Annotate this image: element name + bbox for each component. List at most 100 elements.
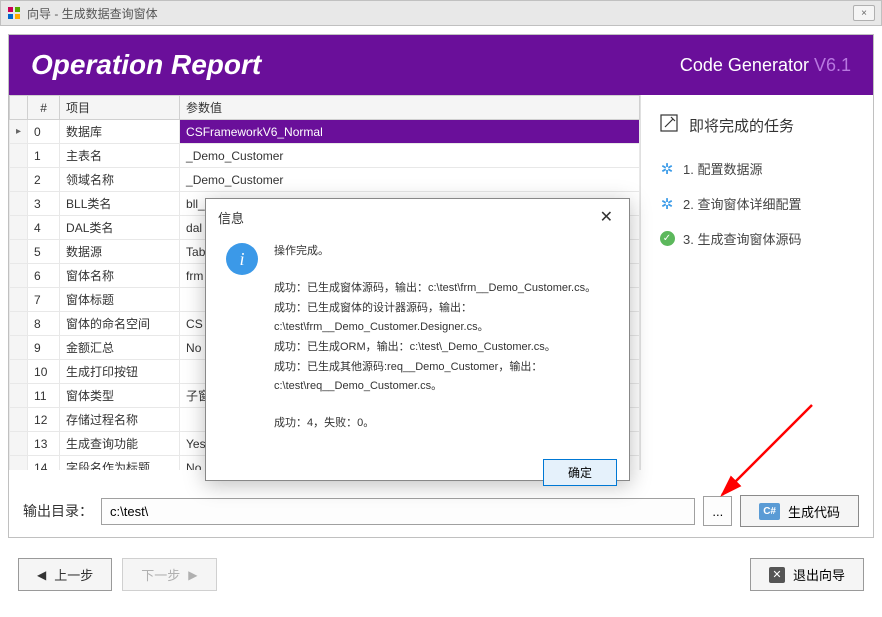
row-selector[interactable] [10, 264, 28, 288]
output-label: 输出目录： [23, 501, 93, 521]
brand-version: V6.1 [814, 55, 851, 75]
row-key: 主表名 [60, 144, 180, 168]
row-selector[interactable] [10, 360, 28, 384]
side-step: ✓ 3. 生成查询窗体源码 [659, 229, 855, 248]
row-key: BLL类名 [60, 192, 180, 216]
row-selector[interactable] [10, 216, 28, 240]
wizard-icon [659, 113, 679, 137]
row-num: 4 [28, 216, 60, 240]
close-icon: ✕ [769, 567, 785, 583]
app-icon [7, 6, 21, 20]
row-key: 窗体的命名空间 [60, 312, 180, 336]
side-pane: 即将完成的任务 ✲ 1. 配置数据源 ✲2. 查询窗体详细配置 ✓ 3. 生成查询窗体源… [641, 95, 873, 470]
row-selector[interactable] [10, 240, 28, 264]
row-key: 窗体名称 [60, 264, 180, 288]
window-title: 向导 - 生成数据查询窗体 [27, 5, 158, 22]
footer: ◀ 上一步 下一步 ▶ ✕ 退出向导 [0, 546, 882, 603]
row-num: 9 [28, 336, 60, 360]
browse-button[interactable]: ... [703, 496, 732, 526]
row-key: 字段名作为标题 [60, 456, 180, 471]
row-key: 领域名称 [60, 168, 180, 192]
dialog-line: c:\test\req__Demo_Customer.cs。 [274, 378, 596, 396]
brand-name: Code Generator [680, 55, 814, 75]
row-num: 2 [28, 168, 60, 192]
next-label: 下一步 [141, 565, 180, 584]
dialog-line: 成功：已生成ORM，输出：c:\test\_Demo_Customer.cs。 [274, 339, 596, 357]
side-title-text: 即将完成的任务 [689, 115, 794, 136]
row-num: 14 [28, 456, 60, 471]
col-num[interactable]: # [28, 96, 60, 120]
row-num: 10 [28, 360, 60, 384]
titlebar: 向导 - 生成数据查询窗体 × [0, 0, 882, 26]
row-selector[interactable] [10, 312, 28, 336]
dialog-line: 成功：已生成其他源码:req__Demo_Customer，输出： [274, 359, 596, 377]
dialog-line: c:\test\frm__Demo_Customer.Designer.cs。 [274, 319, 596, 337]
side-step: ✲2. 查询窗体详细配置 [659, 194, 855, 213]
dialog-body: i 操作完成。 成功：已生成窗体源码，输出：c:\test\frm__Demo_… [206, 235, 629, 447]
row-selector[interactable]: ▸ [10, 120, 28, 144]
side-step: ✲ 1. 配置数据源 [659, 159, 855, 178]
row-key: 窗体标题 [60, 288, 180, 312]
prev-label: 上一步 [54, 565, 93, 584]
row-num: 12 [28, 408, 60, 432]
gear-icon: ✲ [659, 196, 675, 212]
gear-icon: ✲ [659, 161, 675, 177]
row-key: 存储过程名称 [60, 408, 180, 432]
step-label: 1. 配置数据源 [683, 159, 762, 178]
row-selector[interactable] [10, 432, 28, 456]
info-icon: i [226, 243, 258, 275]
arrow-left-icon: ◀ [37, 568, 46, 582]
dialog-title-text: 信息 [218, 208, 244, 227]
table-row[interactable]: 2领域名称_Demo_Customer [10, 168, 640, 192]
page-title: Operation Report [31, 49, 261, 81]
row-selector[interactable] [10, 384, 28, 408]
row-key: 数据源 [60, 240, 180, 264]
row-key: 窗体类型 [60, 384, 180, 408]
row-num: 7 [28, 288, 60, 312]
arrow-right-icon: ▶ [188, 568, 197, 582]
row-key: DAL类名 [60, 216, 180, 240]
exit-button[interactable]: ✕ 退出向导 [750, 558, 864, 591]
dialog-ok-button[interactable]: 确定 [543, 459, 617, 486]
dialog-line: 成功：已生成窗体的设计器源码，输出： [274, 300, 596, 318]
row-num: 5 [28, 240, 60, 264]
window-close-button[interactable]: × [853, 5, 875, 21]
row-num: 1 [28, 144, 60, 168]
table-row[interactable]: 1主表名_Demo_Customer [10, 144, 640, 168]
side-title: 即将完成的任务 [659, 113, 855, 137]
row-val: _Demo_Customer [180, 168, 640, 192]
row-num: 6 [28, 264, 60, 288]
row-key: 生成打印按钮 [60, 360, 180, 384]
check-icon: ✓ [659, 231, 675, 247]
col-val[interactable]: 参数值 [180, 96, 640, 120]
row-selector[interactable] [10, 456, 28, 471]
generate-code-button[interactable]: C# 生成代码 [740, 495, 859, 527]
row-selector[interactable] [10, 168, 28, 192]
dialog-heading: 操作完成。 [274, 243, 596, 261]
table-row[interactable]: ▸0数据库CSFrameworkV6_Normal [10, 120, 640, 144]
generate-label: 生成代码 [788, 502, 840, 521]
row-num: 0 [28, 120, 60, 144]
row-num: 3 [28, 192, 60, 216]
col-key[interactable]: 项目 [60, 96, 180, 120]
prev-button[interactable]: ◀ 上一步 [18, 558, 112, 591]
output-path-input[interactable] [101, 498, 695, 525]
row-key: 生成查询功能 [60, 432, 180, 456]
col-selector[interactable] [10, 96, 28, 120]
step-label: 3. 生成查询窗体源码 [683, 229, 801, 248]
exit-label: 退出向导 [793, 565, 845, 584]
row-selector[interactable] [10, 144, 28, 168]
dialog-close-button[interactable]: ✕ [596, 207, 617, 227]
close-icon: × [861, 8, 867, 19]
row-selector[interactable] [10, 408, 28, 432]
next-button[interactable]: 下一步 ▶ [122, 558, 216, 591]
row-key: 金额汇总 [60, 336, 180, 360]
dialog-titlebar: 信息 ✕ [206, 199, 629, 235]
row-selector[interactable] [10, 288, 28, 312]
csharp-icon: C# [759, 503, 780, 520]
row-val: _Demo_Customer [180, 144, 640, 168]
info-dialog: 信息 ✕ i 操作完成。 成功：已生成窗体源码，输出：c:\test\frm__… [205, 198, 630, 481]
row-selector[interactable] [10, 192, 28, 216]
brand: Code Generator V6.1 [680, 55, 851, 76]
row-selector[interactable] [10, 336, 28, 360]
